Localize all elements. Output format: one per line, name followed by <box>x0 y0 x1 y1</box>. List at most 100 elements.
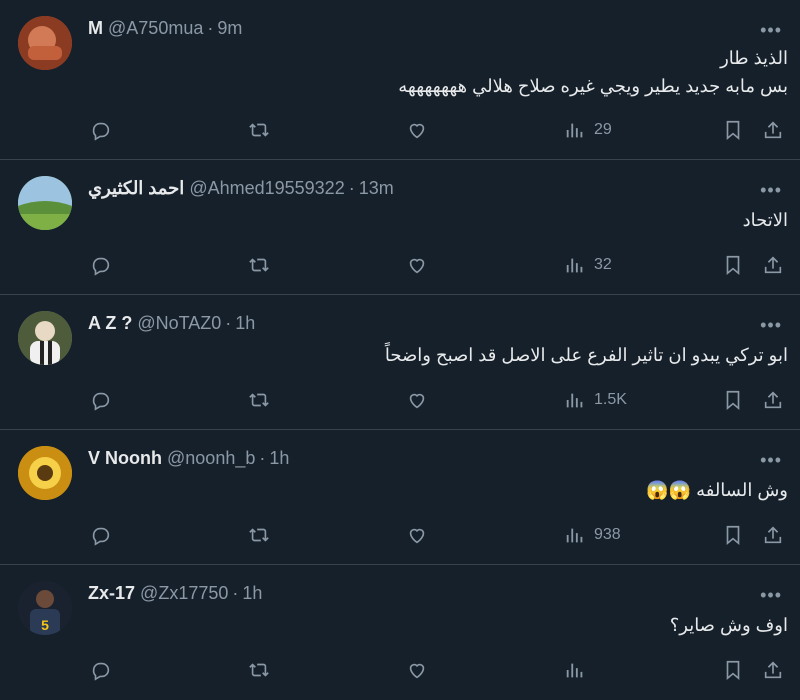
avatar[interactable] <box>18 16 72 70</box>
tweet-header: A Z ? @NoTAZ0 · 1h <box>88 313 255 334</box>
retweet-button[interactable] <box>248 655 270 685</box>
reply-button[interactable] <box>90 520 112 550</box>
tweet-header: V Noonh @noonh_b · 1h <box>88 448 289 469</box>
share-button[interactable] <box>762 115 784 145</box>
views-count: 1.5K <box>594 391 627 408</box>
like-button[interactable] <box>406 655 428 685</box>
retweet-button[interactable] <box>248 250 270 280</box>
user-handle[interactable]: @noonh_b <box>167 448 255 468</box>
display-name[interactable]: احمد الكثيري <box>88 178 184 198</box>
tweet[interactable]: M @A750mua · 9m ••• الذيذ طار بس مابه جديد… <box>0 0 800 160</box>
retweet-icon <box>249 663 269 677</box>
views-button[interactable]: 1.5K <box>564 385 627 415</box>
like-button[interactable] <box>406 385 428 415</box>
like-button[interactable] <box>406 250 428 280</box>
avatar[interactable] <box>18 176 72 230</box>
retweet-icon <box>249 123 269 137</box>
tweet-actions: 1.5K <box>0 385 800 415</box>
views-button[interactable]: 32 <box>564 250 612 280</box>
tweet-text: ابو تركي يبدو ان تاثير الفرع على الاصل ق… <box>385 341 788 369</box>
avatar[interactable]: 5 <box>18 581 72 635</box>
user-handle[interactable]: @A750mua <box>108 18 203 38</box>
share-button[interactable] <box>762 385 784 415</box>
reply-button[interactable] <box>90 385 112 415</box>
bookmark-icon <box>726 660 740 681</box>
timestamp[interactable]: 13m <box>359 178 394 198</box>
retweet-button[interactable] <box>248 520 270 550</box>
like-icon <box>409 393 425 409</box>
user-handle[interactable]: @Ahmed19559322 <box>189 178 344 198</box>
share-icon <box>764 661 782 679</box>
reply-icon <box>92 662 110 681</box>
tweet[interactable]: احمد الكثيري @Ahmed19559322 · 13m ••• الات… <box>0 160 800 295</box>
avatar[interactable] <box>18 446 72 500</box>
separator-dot: · <box>232 583 239 603</box>
tweet-text-line: بس مابه جديد يطير ويجي غيره صلاح هلالي ه… <box>398 76 788 96</box>
svg-text:5: 5 <box>41 617 49 633</box>
reply-button[interactable] <box>90 655 112 685</box>
display-name[interactable]: Zx-17 <box>88 583 135 603</box>
retweet-icon <box>249 528 269 542</box>
more-icon[interactable]: ••• <box>760 585 782 606</box>
timestamp[interactable]: 1h <box>235 313 255 333</box>
share-button[interactable] <box>762 250 784 280</box>
share-button[interactable] <box>762 520 784 550</box>
views-icon <box>566 123 583 138</box>
tweet[interactable]: A Z ? @NoTAZ0 · 1h ••• ابو تركي يبدو ان تا… <box>0 295 800 430</box>
avatar[interactable] <box>18 311 72 365</box>
tweet-text-line: الذيذ طار <box>720 48 788 68</box>
reply-icon <box>92 122 110 141</box>
tweet-actions: 29 <box>0 115 800 145</box>
timestamp[interactable]: 1h <box>269 448 289 468</box>
bookmark-icon <box>726 390 740 411</box>
views-button[interactable] <box>564 655 594 685</box>
display-name[interactable]: M <box>88 18 103 38</box>
tweet-actions <box>0 655 800 685</box>
views-icon <box>566 528 583 543</box>
like-button[interactable] <box>406 115 428 145</box>
retweet-icon <box>249 258 269 272</box>
tweet-text-line: وش السالفه <box>696 480 788 500</box>
bookmark-icon <box>726 120 740 141</box>
bookmark-button[interactable] <box>722 385 744 415</box>
like-icon <box>409 528 425 544</box>
display-name[interactable]: A Z ? <box>88 313 132 333</box>
bookmark-button[interactable] <box>722 520 744 550</box>
retweet-icon <box>249 393 269 407</box>
user-handle[interactable]: @NoTAZ0 <box>137 313 221 333</box>
share-icon <box>764 256 782 274</box>
timestamp[interactable]: 1h <box>242 583 262 603</box>
retweet-button[interactable] <box>248 385 270 415</box>
reply-button[interactable] <box>90 250 112 280</box>
bookmark-icon <box>726 255 740 276</box>
reply-icon <box>92 527 110 546</box>
reply-button[interactable] <box>90 115 112 145</box>
views-button[interactable]: 938 <box>564 520 621 550</box>
bookmark-button[interactable] <box>722 655 744 685</box>
timestamp[interactable]: 9m <box>217 18 242 38</box>
share-icon <box>764 121 782 139</box>
tweet[interactable]: 5 Zx-17 @Zx17750 · 1h ••• اوف وش صاير؟ <box>0 565 800 700</box>
more-icon[interactable]: ••• <box>760 20 782 41</box>
more-icon[interactable]: ••• <box>760 450 782 471</box>
tweet-text-line: ابو تركي يبدو ان تاثير الفرع على الاصل ق… <box>384 345 788 365</box>
bookmark-button[interactable] <box>722 115 744 145</box>
reply-icon <box>92 392 110 411</box>
like-icon <box>409 663 425 679</box>
like-button[interactable] <box>406 520 428 550</box>
user-handle[interactable]: @Zx17750 <box>140 583 228 603</box>
more-icon[interactable]: ••• <box>760 315 782 336</box>
tweet[interactable]: V Noonh @noonh_b · 1h ••• وش السالفه 😱😱 93… <box>0 430 800 565</box>
retweet-button[interactable] <box>248 115 270 145</box>
share-button[interactable] <box>762 655 784 685</box>
bookmark-button[interactable] <box>722 250 744 280</box>
tweet-text-line: الاتحاد <box>742 210 788 230</box>
tweet-text: الذيذ طار بس مابه جديد يطير ويجي غيره صل… <box>398 44 788 100</box>
views-icon <box>566 393 583 408</box>
share-icon <box>764 391 782 409</box>
views-button[interactable]: 29 <box>564 115 612 145</box>
views-count: 32 <box>594 256 612 273</box>
more-icon[interactable]: ••• <box>760 180 782 201</box>
display-name[interactable]: V Noonh <box>88 448 162 468</box>
views-icon <box>566 663 583 678</box>
